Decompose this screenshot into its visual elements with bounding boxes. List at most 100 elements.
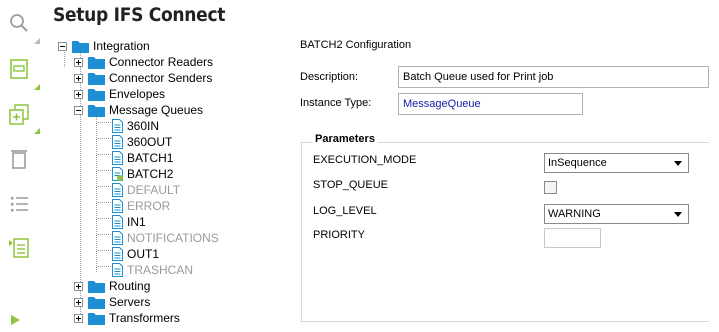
navigation-tree: Integration Connector Readers Connector … (56, 36, 296, 332)
stop-queue-checkbox[interactable] (544, 181, 557, 194)
tree-item-label: 360IN (127, 119, 160, 133)
priority-label: PRIORITY (313, 229, 365, 241)
tree-item-queue-selected[interactable]: BATCH2 (112, 166, 173, 182)
play-icon[interactable] (10, 314, 22, 326)
document-icon (112, 231, 123, 245)
tree-item-label: ERROR (127, 199, 171, 213)
tree-item-label: Message Queues (109, 103, 204, 117)
configuration-title: BATCH2 Configuration (300, 39, 412, 51)
log-level-select[interactable]: WARNING (544, 204, 689, 224)
delete-icon[interactable] (8, 148, 30, 170)
execution-mode-select[interactable]: InSequence (544, 153, 689, 173)
page-title: Setup IFS Connect (53, 4, 226, 26)
document-icon (112, 199, 123, 213)
document-icon (112, 263, 123, 277)
tree-line (97, 218, 111, 219)
tree-item-message-queues[interactable]: Message Queues (74, 102, 203, 118)
tree-item-label: BATCH2 (127, 167, 174, 181)
tree-item-queue[interactable]: 360IN (112, 118, 159, 134)
tree-line (97, 138, 111, 139)
tree-item-envelopes[interactable]: Envelopes (74, 86, 165, 102)
chevron-down-icon (674, 161, 682, 166)
tree-item-label: Integration (93, 39, 150, 53)
tree-item-label: 360OUT (127, 135, 173, 149)
collapse-toggle[interactable] (74, 105, 83, 115)
folder-icon (88, 280, 105, 293)
expand-toggle[interactable] (74, 73, 83, 83)
document-icon (112, 247, 123, 261)
folder-icon (88, 72, 105, 85)
description-field[interactable]: Batch Queue used for Print job (398, 66, 709, 88)
tree-line (97, 186, 111, 187)
folder-icon (88, 88, 105, 101)
document-icon (112, 215, 123, 229)
document-icon (112, 151, 123, 165)
tree-item-label: Envelopes (109, 87, 166, 101)
tree-item-queue[interactable]: 360OUT (112, 134, 172, 150)
document-icon (112, 183, 123, 197)
tree-item-label: Connector Senders (109, 71, 213, 85)
tree-item-label: BATCH1 (127, 151, 174, 165)
instance-type-label: Instance Type: (300, 97, 372, 109)
tree-line (97, 202, 111, 203)
execution-mode-value: InSequence (548, 157, 607, 169)
expand-toggle[interactable] (74, 297, 83, 307)
expand-toggle[interactable] (74, 281, 83, 291)
tree-line (97, 122, 111, 123)
tree-item-label: Routing (109, 279, 151, 293)
execution-mode-label: EXECUTION_MODE (313, 154, 417, 166)
tree-item-queue[interactable]: DEFAULT (112, 182, 180, 198)
tree-item-queue[interactable]: NOTIFICATIONS (112, 230, 219, 246)
document-edit-icon (112, 167, 123, 181)
document-icon (112, 119, 123, 133)
tree-line (97, 250, 111, 251)
parameters-title: Parameters (312, 133, 378, 145)
tree-item-connector-readers[interactable]: Connector Readers (74, 54, 213, 70)
list-icon[interactable] (8, 193, 30, 215)
new-icon[interactable] (8, 58, 30, 80)
tree-line (97, 234, 111, 235)
tree-line (97, 170, 111, 171)
tree-item-routing[interactable]: Routing (74, 278, 150, 294)
tree-item-label: NOTIFICATIONS (127, 231, 219, 245)
tree-item-connector-senders[interactable]: Connector Senders (74, 70, 212, 86)
description-label: Description: (300, 71, 359, 83)
tree-item-queue[interactable]: TRASHCAN (112, 262, 193, 278)
search-icon[interactable] (8, 12, 30, 34)
new-menu-corner[interactable] (34, 84, 40, 90)
folder-icon (88, 312, 105, 325)
tree-item-label: TRASHCAN (127, 263, 194, 277)
tree-line (97, 154, 111, 155)
duplicate-menu-corner[interactable] (34, 128, 40, 134)
tree-line (97, 266, 111, 267)
tree-item-transformers[interactable]: Transformers (74, 310, 180, 326)
tree-item-servers[interactable]: Servers (74, 294, 150, 310)
expand-toggle[interactable] (74, 89, 83, 99)
search-menu-corner[interactable] (34, 38, 40, 44)
log-level-value: WARNING (548, 208, 601, 220)
folder-icon (88, 104, 105, 117)
folder-icon (72, 40, 89, 53)
tree-item-integration[interactable]: Integration (58, 38, 150, 54)
expand-toggle[interactable] (74, 57, 83, 67)
chevron-down-icon (674, 212, 682, 217)
log-level-label: LOG_LEVEL (313, 205, 377, 217)
tree-item-label: IN1 (127, 215, 146, 229)
duplicate-icon[interactable] (8, 104, 30, 126)
tree-item-label: Connector Readers (109, 55, 214, 69)
tree-item-queue[interactable]: ERROR (112, 198, 170, 214)
instance-type-field[interactable]: MessageQueue (398, 93, 583, 115)
tree-item-label: OUT1 (127, 247, 160, 261)
tree-item-queue[interactable]: OUT1 (112, 246, 159, 262)
tree-item-label: DEFAULT (127, 183, 181, 197)
document-icon (112, 135, 123, 149)
priority-field[interactable] (544, 228, 601, 248)
collapse-toggle[interactable] (58, 41, 67, 51)
folder-icon (88, 296, 105, 309)
tree-item-queue[interactable]: BATCH1 (112, 150, 173, 166)
details-icon[interactable] (8, 237, 30, 259)
expand-toggle[interactable] (74, 313, 83, 323)
tree-item-queue[interactable]: IN1 (112, 214, 146, 230)
tree-item-label: Transformers (109, 311, 180, 325)
folder-icon (88, 56, 105, 69)
